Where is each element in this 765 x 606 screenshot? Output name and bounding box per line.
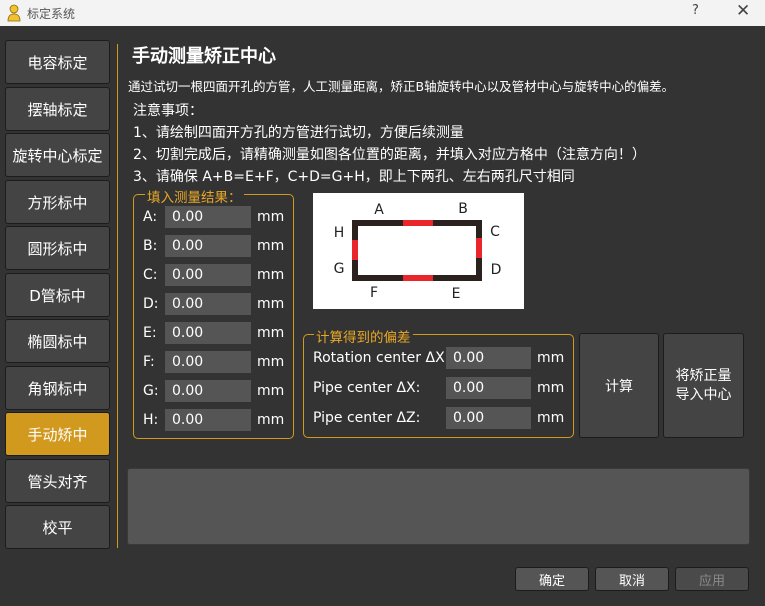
- label-a: A:: [143, 209, 158, 225]
- import-button-label-line1: 将矫正量: [675, 367, 732, 384]
- diagram-label-f: F: [370, 285, 378, 301]
- output-pipe-center-dz[interactable]: [446, 407, 531, 429]
- measure-group-title: 填入测量结果：: [145, 186, 244, 206]
- tube-frame: [352, 220, 482, 281]
- nav-round-centering[interactable]: 圆形标中: [5, 226, 110, 270]
- page-description: 通过试切一根四面开孔的方管，人工测量距离，矫正B轴旋转中心以及管材中心与旋转中心…: [128, 79, 675, 94]
- input-h[interactable]: [165, 409, 251, 431]
- nav-ellipse-centering[interactable]: 椭圆标中: [5, 319, 110, 363]
- nav-d-tube-centering[interactable]: D管标中: [5, 273, 110, 317]
- label-rotation-center-dx: Rotation center ΔX:: [313, 350, 450, 366]
- unit-pipe-center-dx: mm: [537, 380, 565, 396]
- input-f[interactable]: [165, 351, 251, 373]
- compute-button-label: 计算: [605, 378, 633, 395]
- diagram-label-d: D: [491, 262, 502, 278]
- label-h: H:: [143, 412, 159, 428]
- nav-rotation-center-calibration[interactable]: 旋转中心标定: [5, 133, 110, 177]
- note-item: 1、请绘制四面开方孔的方管进行试切，方便后续测量: [133, 125, 464, 141]
- label-pipe-center-dx: Pipe center ΔX:: [313, 380, 421, 396]
- unit-h: mm: [257, 412, 285, 428]
- note-item: 3、请确保 A+B=E+F，C+D=G+H，即上下两孔、左右两孔尺寸相同: [133, 169, 575, 185]
- input-c[interactable]: [165, 264, 251, 286]
- import-correction-button[interactable]: 将矫正量 导入中心: [663, 333, 744, 438]
- label-c: C:: [143, 267, 158, 283]
- unit-f: mm: [257, 354, 285, 370]
- import-button-label-line2: 导入中心: [675, 386, 732, 403]
- label-d: D:: [143, 296, 159, 312]
- input-a[interactable]: [165, 206, 251, 228]
- title-bar: 标定系统 ? ✕: [0, 0, 765, 26]
- apply-button[interactable]: 应用: [675, 567, 749, 591]
- hole-bottom: [403, 275, 433, 281]
- divider: [117, 44, 118, 548]
- unit-rotation-center-dx: mm: [537, 350, 565, 366]
- input-b[interactable]: [165, 235, 251, 257]
- log-output-area[interactable]: [127, 468, 750, 545]
- label-pipe-center-dz: Pipe center ΔZ:: [313, 410, 421, 426]
- nav-capacitance-calibration[interactable]: 电容标定: [5, 40, 110, 84]
- nav-angle-steel-centering[interactable]: 角钢标中: [5, 366, 110, 410]
- diagram-label-e: E: [452, 286, 461, 302]
- hole-left: [352, 240, 358, 260]
- diagram-label-h: H: [334, 225, 345, 241]
- cancel-button[interactable]: 取消: [595, 567, 669, 591]
- window-title: 标定系统: [27, 7, 76, 21]
- notes-title: 注意事项：: [133, 103, 203, 119]
- compute-button[interactable]: 计算: [579, 333, 659, 438]
- app-user-icon: [7, 4, 21, 22]
- nav-leveling[interactable]: 校平: [5, 505, 110, 549]
- unit-a: mm: [257, 209, 285, 225]
- note-item: 2、切割完成后，请精确测量如图各位置的距离，并填入对应方格中（注意方向！）: [133, 147, 646, 163]
- input-d[interactable]: [165, 293, 251, 315]
- diagram-label-g: G: [334, 261, 345, 277]
- hole-top: [403, 220, 433, 226]
- nav-square-centering[interactable]: 方形标中: [5, 180, 110, 224]
- unit-pipe-center-dz: mm: [537, 410, 565, 426]
- unit-g: mm: [257, 383, 285, 399]
- diagram-label-a: A: [374, 202, 384, 218]
- page-title: 手动测量矫正中心: [132, 46, 276, 67]
- input-g[interactable]: [165, 380, 251, 402]
- diagram-label-b: B: [458, 201, 468, 217]
- hole-right: [476, 238, 482, 258]
- nav-tube-head-alignment[interactable]: 管头对齐: [5, 459, 110, 503]
- nav-swing-axis-calibration[interactable]: 摆轴标定: [5, 87, 110, 131]
- help-button[interactable]: ?: [692, 3, 699, 18]
- input-e[interactable]: [165, 322, 251, 344]
- unit-e: mm: [257, 325, 285, 341]
- output-rotation-center-dx[interactable]: [446, 347, 531, 369]
- label-b: B:: [143, 238, 158, 254]
- output-pipe-center-dx[interactable]: [446, 377, 531, 399]
- label-g: G:: [143, 383, 159, 399]
- unit-b: mm: [257, 238, 285, 254]
- unit-c: mm: [257, 267, 285, 283]
- close-button[interactable]: ✕: [736, 1, 750, 21]
- unit-d: mm: [257, 296, 285, 312]
- label-f: F:: [143, 354, 155, 370]
- measurement-diagram: A B C D E F G H: [313, 193, 524, 309]
- nav-manual-centering[interactable]: 手动矫中: [5, 412, 110, 456]
- ok-button[interactable]: 确定: [515, 567, 589, 591]
- diagram-label-c: C: [490, 224, 500, 240]
- calc-group-title: 计算得到的偏差: [314, 326, 413, 346]
- measure-groupbox: [133, 194, 294, 439]
- label-e: E:: [143, 325, 157, 341]
